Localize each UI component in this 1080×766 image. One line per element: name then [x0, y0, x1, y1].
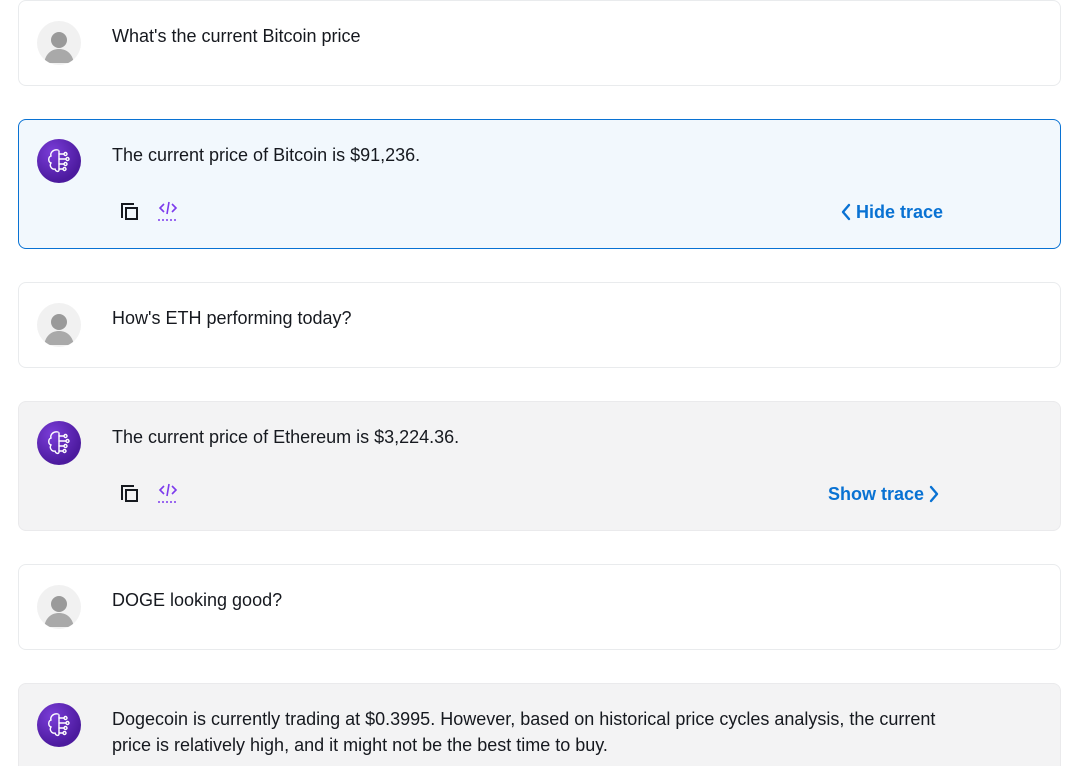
message-text: The current price of Bitcoin is $91,236.	[112, 145, 421, 165]
user-avatar-icon	[37, 303, 81, 347]
message-actions	[117, 481, 181, 507]
message-text: DOGE looking good?	[112, 590, 283, 610]
code-icon[interactable]	[155, 481, 181, 507]
message-text: The current price of Ethereum is $3,224.…	[112, 427, 460, 447]
message-text: How's ETH performing today?	[112, 308, 352, 328]
brain-circuit-icon	[37, 703, 81, 747]
user-avatar-icon	[37, 585, 81, 629]
copy-icon[interactable]	[117, 481, 143, 507]
user-avatar-icon	[37, 21, 81, 65]
trace-label: Show trace	[828, 484, 925, 504]
code-icon[interactable]	[155, 199, 181, 225]
chevron-right-icon	[929, 485, 939, 503]
assistant-message-card[interactable]: The current price of Bitcoin is $91,236.…	[18, 119, 1061, 249]
user-message-card: What's the current Bitcoin price	[18, 0, 1061, 86]
brain-circuit-icon	[37, 139, 81, 183]
message-text: Dogecoin is currently trading at $0.3995…	[112, 709, 936, 755]
message-actions	[117, 199, 181, 225]
assistant-message-card: Dogecoin is currently trading at $0.3995…	[18, 683, 1061, 766]
user-message-card: How's ETH performing today?	[18, 282, 1061, 368]
chevron-left-icon	[841, 203, 851, 221]
trace-label: Hide trace	[856, 202, 944, 222]
hide-trace-link[interactable]: Hide trace	[840, 200, 943, 224]
copy-icon[interactable]	[117, 199, 143, 225]
show-trace-link[interactable]: Show trace	[828, 482, 940, 506]
brain-circuit-icon	[37, 421, 81, 465]
assistant-message-card: The current price of Ethereum is $3,224.…	[18, 401, 1061, 531]
message-text: What's the current Bitcoin price	[112, 26, 361, 46]
user-message-card: DOGE looking good?	[18, 564, 1061, 650]
